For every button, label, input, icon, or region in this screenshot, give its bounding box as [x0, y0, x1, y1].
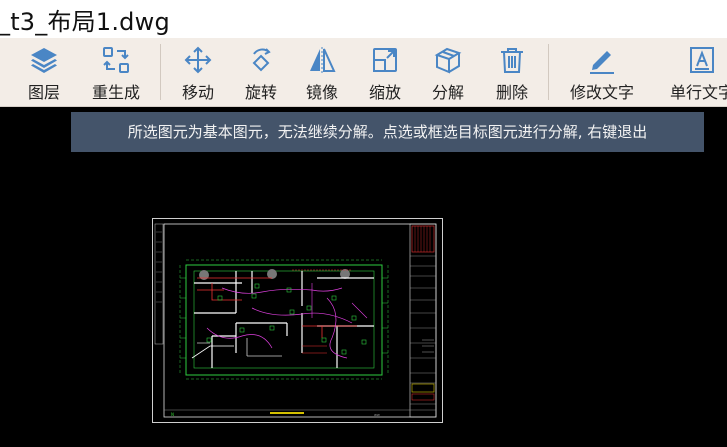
- explode-icon: [434, 47, 462, 74]
- mirror-button[interactable]: 镜像: [300, 38, 344, 106]
- delete-label: 删除: [495, 83, 528, 102]
- move-button[interactable]: 移动: [176, 38, 220, 106]
- toolbar-separator: [160, 44, 161, 100]
- edit-text-icon: [590, 51, 614, 74]
- rotate-button[interactable]: 旋转: [239, 38, 283, 106]
- toolbar-separator: [548, 44, 549, 100]
- mirror-icon: [310, 47, 336, 73]
- regenerate-icon: [103, 47, 129, 73]
- scale-button[interactable]: 缩放: [363, 38, 407, 106]
- delete-button[interactable]: 删除: [490, 38, 534, 106]
- layers-label: 图层: [27, 83, 60, 102]
- single-line-text-icon: [690, 47, 714, 73]
- edit-text-button[interactable]: 修改文字: [564, 38, 640, 106]
- rotate-label: 旋转: [244, 83, 277, 102]
- delete-icon: [501, 48, 523, 73]
- sheet-border: [152, 218, 443, 423]
- svg-text:ww: ww: [374, 413, 380, 417]
- single-line-text-button[interactable]: 单行文字: [664, 38, 727, 106]
- scale-icon: [373, 48, 397, 72]
- explode-label: 分解: [431, 83, 464, 102]
- edit-text-label: 修改文字: [569, 83, 634, 102]
- drawing-sheet[interactable]: N ww: [152, 218, 443, 423]
- single-line-text-label: 单行文字: [669, 83, 727, 102]
- move-icon: [184, 46, 212, 74]
- rotate-icon: [252, 48, 271, 72]
- document-title: _t3_布局1.dwg: [0, 8, 170, 36]
- regenerate-button[interactable]: 重生成: [88, 38, 144, 106]
- layers-icon: [31, 48, 57, 73]
- svg-text:N: N: [171, 412, 174, 417]
- regenerate-label: 重生成: [91, 83, 140, 102]
- title-bar: _t3_布局1.dwg: [0, 0, 727, 38]
- move-label: 移动: [181, 83, 214, 102]
- mirror-label: 镜像: [305, 83, 338, 102]
- toolbar: 图层 重生成 移动 旋转 镜像 缩放 分解 删除 修改文字 单行文字: [0, 38, 727, 107]
- explode-button[interactable]: 分解: [426, 38, 470, 106]
- layers-button[interactable]: 图层: [22, 38, 66, 106]
- scale-label: 缩放: [368, 83, 401, 102]
- status-tooltip: 所选图元为基本图元，无法继续分解。点选或框选目标图元进行分解, 右键退出: [71, 112, 704, 152]
